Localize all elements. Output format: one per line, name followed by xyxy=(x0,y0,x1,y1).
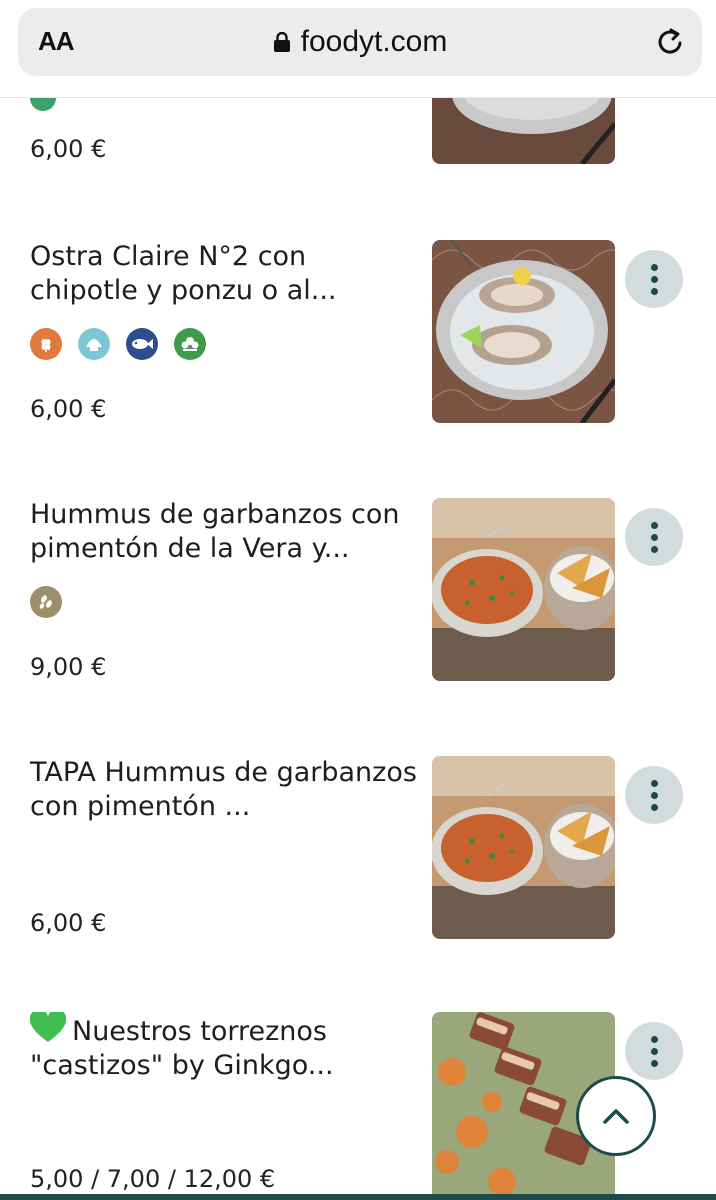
item-price: 6,00 € xyxy=(30,395,107,423)
item-title: TAPA Hummus de garbanzos con pimentón ..… xyxy=(30,757,417,822)
menu-item[interactable]: Ostra Claire N°2 con chipotle y ponzu o … xyxy=(0,202,716,462)
gluten-icon xyxy=(30,328,62,360)
dish-photo[interactable] xyxy=(432,756,615,939)
item-price: 6,00 € xyxy=(30,135,107,163)
scroll-to-top-button[interactable] xyxy=(576,1076,656,1156)
mollusc-icon xyxy=(78,328,110,360)
item-price: 5,00 / 7,00 / 12,00 € xyxy=(30,1165,276,1193)
item-options-button[interactable] xyxy=(625,508,683,566)
sesame-icon xyxy=(30,586,62,618)
dish-photo[interactable] xyxy=(432,498,615,681)
menu-item[interactable]: Hummus de garbanzos con pimentón de la V… xyxy=(0,460,716,720)
domain-text: foodyt.com xyxy=(300,25,448,58)
lock-icon xyxy=(273,32,290,52)
item-description-cutoff xyxy=(30,824,420,830)
item-title-text: Nuestros torreznos "castizos" by Ginkgo.… xyxy=(30,1016,334,1080)
item-price: 9,00 € xyxy=(30,653,107,681)
reload-icon[interactable] xyxy=(654,26,686,58)
allergen-list xyxy=(30,328,206,360)
item-options-button[interactable] xyxy=(625,250,683,308)
item-title: Nuestros torreznos "castizos" by Ginkgo.… xyxy=(30,1012,420,1080)
item-price: 6,00 € xyxy=(30,909,107,937)
green-heart-icon xyxy=(30,1012,66,1042)
item-title: Hummus de garbanzos con pimentón de la V… xyxy=(30,499,400,564)
allergen-list xyxy=(30,586,62,618)
menu-item[interactable]: TAPA Hummus de garbanzos con pimentón ..… xyxy=(0,718,716,976)
item-options-button[interactable] xyxy=(625,1022,683,1080)
item-options-button[interactable] xyxy=(625,766,683,824)
fish-icon xyxy=(126,328,158,360)
bottom-bar xyxy=(0,1194,716,1200)
item-description-cutoff xyxy=(30,308,420,314)
menu-item[interactable]: 6,00 € xyxy=(0,0,716,204)
item-description-cutoff xyxy=(30,566,420,572)
celery-icon xyxy=(174,328,206,360)
item-description-cutoff xyxy=(30,1080,420,1086)
item-title: Ostra Claire N°2 con chipotle y ponzu o … xyxy=(30,241,337,306)
dish-photo[interactable] xyxy=(432,240,615,423)
address-bar[interactable]: AA foodyt.com xyxy=(18,8,702,76)
browser-toolbar: AA foodyt.com xyxy=(0,0,716,98)
address-domain[interactable]: foodyt.com xyxy=(18,25,702,59)
chevron-up-icon xyxy=(603,1109,629,1124)
